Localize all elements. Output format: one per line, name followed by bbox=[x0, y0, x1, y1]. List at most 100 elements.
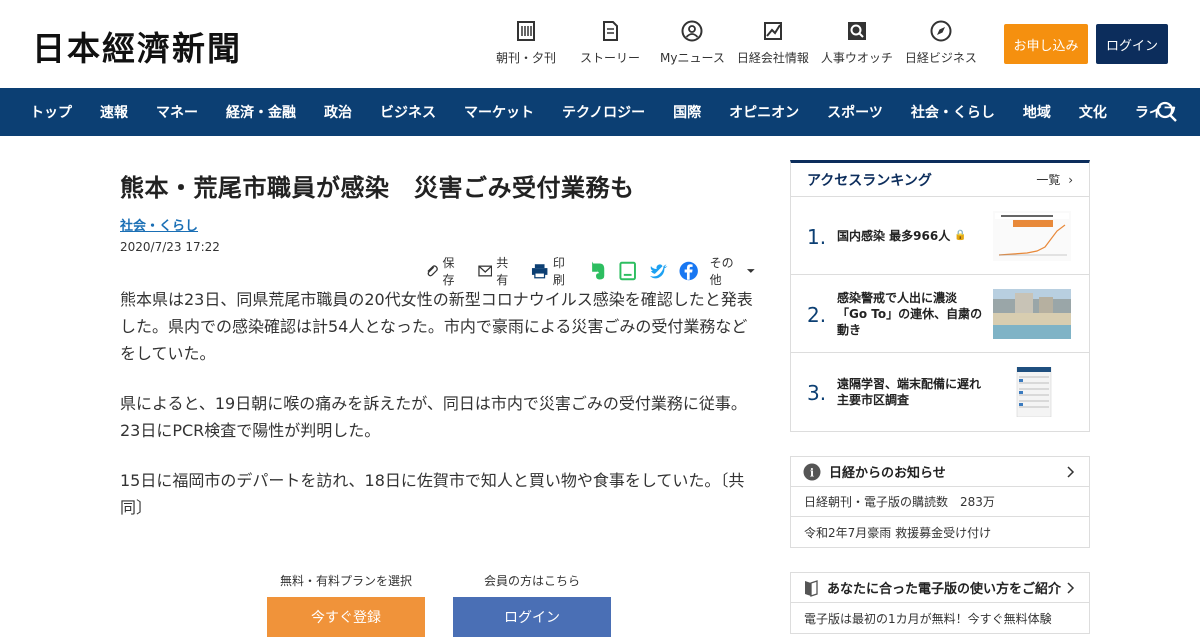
nav-item-international[interactable]: 国際 bbox=[673, 102, 701, 122]
nav-item-technology[interactable]: テクノロジー bbox=[562, 102, 645, 122]
rank-text-wrap: 遠隔学習、端末配備に遅れ 主要市区調査 bbox=[837, 353, 983, 431]
tool-nikkei-business[interactable]: 日経ビジネス bbox=[899, 20, 983, 66]
tool-mynews[interactable]: Myニュース bbox=[654, 20, 731, 66]
compass-icon bbox=[930, 20, 952, 42]
survey-table-thumbnail bbox=[993, 367, 1071, 417]
book-icon bbox=[805, 579, 818, 597]
site-logo[interactable]: 日本經濟新聞 bbox=[32, 22, 242, 70]
rank-text-wrap: 感染警戒で人出に濃淡「Go To」の連休、自粛の動き bbox=[837, 275, 983, 353]
mail-icon bbox=[478, 265, 492, 277]
chart-icon bbox=[763, 22, 782, 40]
ranking-item-3[interactable]: 3. 遠隔学習、端末配備に遅れ 主要市区調査 bbox=[791, 353, 1089, 431]
ranking-item-1[interactable]: 1. 国内感染 最多966人 🔒 bbox=[791, 197, 1089, 275]
save-label: 保存 bbox=[442, 256, 455, 287]
svg-text:i: i bbox=[810, 466, 814, 479]
rank-headline: 遠隔学習、端末配備に遅れ 主要市区調査 bbox=[837, 377, 982, 407]
nav-item-culture[interactable]: 文化 bbox=[1079, 102, 1107, 122]
article-paragraph: 15日に福岡市のデパートを訪れ、18日に佐賀市で知人と買い物や食事をしていた。〔… bbox=[120, 471, 745, 517]
chevron-right-icon bbox=[1067, 582, 1075, 594]
notice-item[interactable]: 日経朝刊・電子版の購読数 283万 bbox=[791, 487, 1089, 517]
more-label: その他 bbox=[709, 256, 734, 287]
notices-header-link[interactable]: i 日経からのお知らせ bbox=[791, 457, 1089, 487]
article-category-link[interactable]: 社会・くらし bbox=[120, 215, 198, 234]
rank-headline: 国内感染 最多966人 bbox=[837, 229, 951, 243]
nav-item-sports[interactable]: スポーツ bbox=[827, 102, 883, 122]
ranking-more-label: 一覧 bbox=[1036, 173, 1061, 187]
notice-item[interactable]: 令和2年7月豪雨 救援募金受け付け bbox=[791, 517, 1089, 547]
register-block: 無料・有料プランを選択 今すぐ登録 bbox=[267, 572, 425, 637]
evernote-icon[interactable] bbox=[588, 261, 607, 281]
facebook-icon[interactable] bbox=[679, 261, 699, 281]
tool-company-info[interactable]: 日経会社情報 bbox=[731, 20, 815, 66]
tool-label: Myニュース bbox=[660, 51, 725, 65]
info-icon: i bbox=[803, 463, 821, 480]
share-button[interactable]: 共有 bbox=[478, 254, 520, 288]
tool-label: 日経ビジネス bbox=[904, 51, 977, 65]
nav-item-society[interactable]: 社会・くらし bbox=[911, 102, 995, 122]
chevron-right-icon bbox=[1067, 466, 1075, 478]
article-title: 熊本・荒尾市職員が感染 災害ごみ受付業務も bbox=[120, 174, 635, 202]
beach-photo-thumbnail bbox=[993, 289, 1071, 339]
newspaper-icon bbox=[517, 21, 535, 41]
ranking-item-2[interactable]: 2. 感染警戒で人出に濃淡「Go To」の連休、自粛の動き bbox=[791, 275, 1089, 353]
apply-button[interactable]: お申し込み bbox=[1004, 24, 1088, 64]
rank-headline: 感染警戒で人出に濃淡「Go To」の連休、自粛の動き bbox=[837, 291, 983, 337]
article-body: 熊本県は23日、同県荒尾市職員の20代女性の新型コロナウイルス感染を確認したと発… bbox=[120, 286, 760, 544]
chevron-right-icon: › bbox=[1068, 173, 1073, 187]
rank-number: 3. bbox=[807, 381, 827, 405]
tool-label: 朝刊・夕刊 bbox=[496, 51, 557, 65]
nav-item-opinion[interactable]: オピニオン bbox=[729, 102, 799, 122]
nav-item-business[interactable]: ビジネス bbox=[380, 102, 436, 122]
print-label: 印刷 bbox=[552, 256, 565, 287]
login-button[interactable]: ログイン bbox=[1096, 24, 1168, 64]
register-caption: 無料・有料プランを選択 bbox=[279, 574, 412, 588]
tool-edition[interactable]: 朝刊・夕刊 bbox=[490, 20, 562, 66]
tool-label: 日経会社情報 bbox=[736, 51, 809, 65]
register-button[interactable]: 今すぐ登録 bbox=[267, 597, 425, 637]
member-login-button[interactable]: ログイン bbox=[453, 597, 611, 637]
paperclip-icon bbox=[427, 265, 438, 277]
infection-chart-thumbnail bbox=[993, 211, 1071, 261]
member-login-block: 会員の方はこちら ログイン bbox=[453, 572, 611, 637]
nikkei-notices: i 日経からのお知らせ 日経朝刊・電子版の購読数 283万 令和2年7月豪雨 救… bbox=[790, 456, 1090, 548]
nav-item-politics[interactable]: 政治 bbox=[324, 102, 352, 122]
share-toolbar: 保存 共有 印刷 その他 bbox=[425, 254, 760, 288]
print-button[interactable]: 印刷 bbox=[531, 254, 576, 288]
nav-item-region[interactable]: 地域 bbox=[1023, 102, 1051, 122]
notices-title: 日経からのお知らせ bbox=[829, 466, 946, 481]
rank-number: 2. bbox=[807, 303, 827, 327]
rank-text-wrap: 国内感染 最多966人 🔒 bbox=[837, 197, 983, 275]
guide-title: あなたに合った電子版の使い方をご紹介 bbox=[827, 582, 1062, 597]
tool-story[interactable]: ストーリー bbox=[574, 20, 646, 66]
site-header: 日本經濟新聞 朝刊・夕刊 ストーリー Myニュース 日経会社情報 人事ウオッチ … bbox=[0, 0, 1200, 88]
twitter-icon[interactable] bbox=[649, 261, 668, 281]
access-ranking: アクセスランキング 一覧 › 1. 国内感染 最多966人 🔒 2. 感染警戒で… bbox=[790, 160, 1090, 432]
article-date: 2020/7/23 17:22 bbox=[120, 240, 220, 254]
article-paragraph: 県によると、19日朝に喉の痛みを訴えたが、同日は市内で災害ごみの受付業務に従事。… bbox=[120, 394, 747, 440]
header-tools: 朝刊・夕刊 ストーリー Myニュース 日経会社情報 人事ウオッチ 日経ビジネス bbox=[490, 20, 983, 66]
search-icon[interactable] bbox=[1156, 101, 1178, 123]
bookmark-note-icon[interactable] bbox=[618, 261, 637, 281]
tool-personnel[interactable]: 人事ウオッチ bbox=[815, 20, 899, 66]
rank-number: 1. bbox=[807, 225, 827, 249]
more-share-dropdown[interactable]: その他 bbox=[710, 254, 760, 288]
tool-label: 人事ウオッチ bbox=[820, 51, 893, 65]
login-caption: 会員の方はこちら bbox=[483, 574, 580, 588]
nav-item-economy[interactable]: 経済・金融 bbox=[226, 102, 296, 122]
nav-item-money[interactable]: マネー bbox=[156, 102, 198, 122]
lock-icon: 🔒 bbox=[954, 230, 967, 241]
caret-down-icon bbox=[747, 269, 756, 273]
nav-item-breaking[interactable]: 速報 bbox=[100, 102, 128, 122]
sidebar: アクセスランキング 一覧 › 1. 国内感染 最多966人 🔒 2. 感染警戒で… bbox=[790, 160, 1090, 634]
search-person-icon bbox=[847, 22, 866, 40]
save-button[interactable]: 保存 bbox=[425, 254, 466, 288]
share-label: 共有 bbox=[496, 256, 509, 287]
nav-item-market[interactable]: マーケット bbox=[464, 102, 534, 122]
ranking-more-link[interactable]: 一覧 › bbox=[1036, 171, 1073, 188]
usage-guide: あなたに合った電子版の使い方をご紹介 電子版は最初の1カ月が無料！今すぐ無料体験 bbox=[790, 572, 1090, 634]
main-nav: トップ 速報 マネー 経済・金融 政治 ビジネス マーケット テクノロジー 国際… bbox=[0, 88, 1200, 136]
guide-item[interactable]: 電子版は最初の1カ月が無料！今すぐ無料体験 bbox=[791, 603, 1089, 633]
nav-item-top[interactable]: トップ bbox=[30, 102, 72, 122]
article: 熊本・荒尾市職員が感染 災害ごみ受付業務も 社会・くらし 2020/7/23 1… bbox=[120, 168, 760, 517]
guide-header-link[interactable]: あなたに合った電子版の使い方をご紹介 bbox=[791, 573, 1089, 603]
